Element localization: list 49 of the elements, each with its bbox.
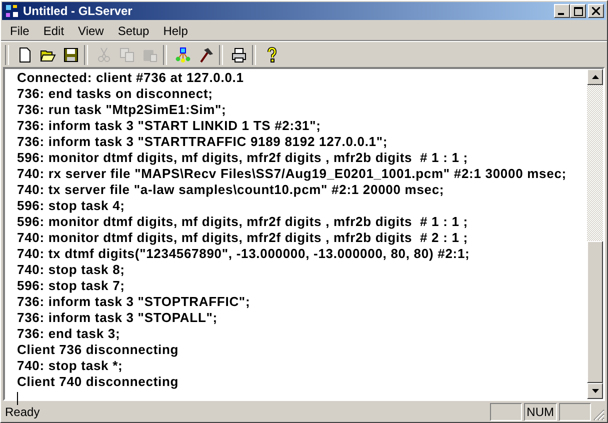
hammer-icon bbox=[198, 46, 214, 62]
log-line: Client 740 disconnecting bbox=[17, 374, 180, 390]
printer-icon bbox=[230, 46, 246, 62]
log-line: 596: monitor dtmf digits, mf digits, mfr2f digits , mfr2b digits # 1 : 1 ; bbox=[17, 150, 469, 166]
scroll-down-button[interactable] bbox=[587, 383, 603, 399]
up-arrow-icon bbox=[592, 75, 598, 79]
log-line: 740: monitor dtmf digits, mf digits, mfr2f digits , mfr2b digits # 2 : 1 ; bbox=[17, 230, 469, 246]
down-arrow-icon bbox=[592, 389, 598, 393]
log-line: 596: stop task 7; bbox=[17, 278, 126, 294]
log-line: 736: end task 3; bbox=[17, 326, 122, 342]
page-icon bbox=[16, 46, 32, 62]
copy-icon bbox=[118, 46, 134, 62]
menu-item[interactable]: Setup bbox=[110, 24, 156, 38]
log-line: 736: end tasks on disconnect; bbox=[17, 86, 214, 102]
menu-item[interactable]: Help bbox=[156, 24, 195, 38]
maximize-button[interactable] bbox=[570, 4, 586, 18]
text-cursor bbox=[17, 392, 18, 405]
status-pane bbox=[490, 402, 522, 420]
log-line: Client 736 disconnecting bbox=[17, 342, 180, 358]
menu-item[interactable]: Edit bbox=[36, 24, 72, 38]
close-icon bbox=[592, 7, 600, 15]
menu-item[interactable]: View bbox=[71, 24, 111, 38]
log-line: 596: stop task 4; bbox=[17, 198, 126, 214]
window-title: Untitled - GLServer bbox=[23, 4, 134, 18]
status-pane bbox=[559, 402, 591, 420]
scrollbar-thumb[interactable] bbox=[587, 241, 603, 383]
save-icon bbox=[62, 46, 78, 62]
scroll-up-button[interactable] bbox=[587, 69, 603, 85]
log-line: 736: run task "Mtp2SimE1:Sim"; bbox=[17, 102, 228, 118]
scissors-icon bbox=[96, 46, 112, 62]
maximize-icon bbox=[574, 6, 582, 16]
close-button[interactable] bbox=[588, 4, 604, 18]
log-line: 736: inform task 3 "STARTTRAFFIC 9189 8192 127.0.0.1"; bbox=[17, 134, 389, 150]
log-line: 740: tx dtmf digits("1234567890", -13.000000, -13.000000, 80, 80) #2:1; bbox=[17, 246, 471, 262]
minimize-button[interactable] bbox=[554, 4, 570, 18]
status-message: Ready bbox=[4, 404, 41, 418]
log-line: 736: inform task 3 "STOPALL"; bbox=[17, 310, 218, 326]
log-line: 740: rx server file "MAPS\Recv Files\SS7/Aug19_E0201_1001.pcm" #2:1 30000 msec; bbox=[17, 166, 568, 182]
log-line: 736: inform task 3 "START LINKID 1 TS #2:31"; bbox=[17, 118, 322, 134]
log-line: Connected: client #736 at 127.0.0.1 bbox=[17, 70, 245, 86]
log-line: 596: monitor dtmf digits, mf digits, mfr2f digits , mfr2b digits # 1 : 1 ; bbox=[17, 214, 469, 230]
log-line: 740: stop task *; bbox=[17, 358, 124, 374]
log-line: 740: stop task 8; bbox=[17, 262, 126, 278]
network-icon bbox=[174, 46, 190, 62]
menu-item[interactable]: File bbox=[3, 24, 36, 38]
app-icon bbox=[4, 3, 20, 19]
log-line: 736: inform task 3 "STOPTRAFFIC"; bbox=[17, 294, 252, 310]
log-line: 740: tx server file "a-law samples\count10.pcm" #2:1 20000 msec; bbox=[17, 182, 446, 198]
status-indicator: NUM bbox=[524, 402, 557, 420]
